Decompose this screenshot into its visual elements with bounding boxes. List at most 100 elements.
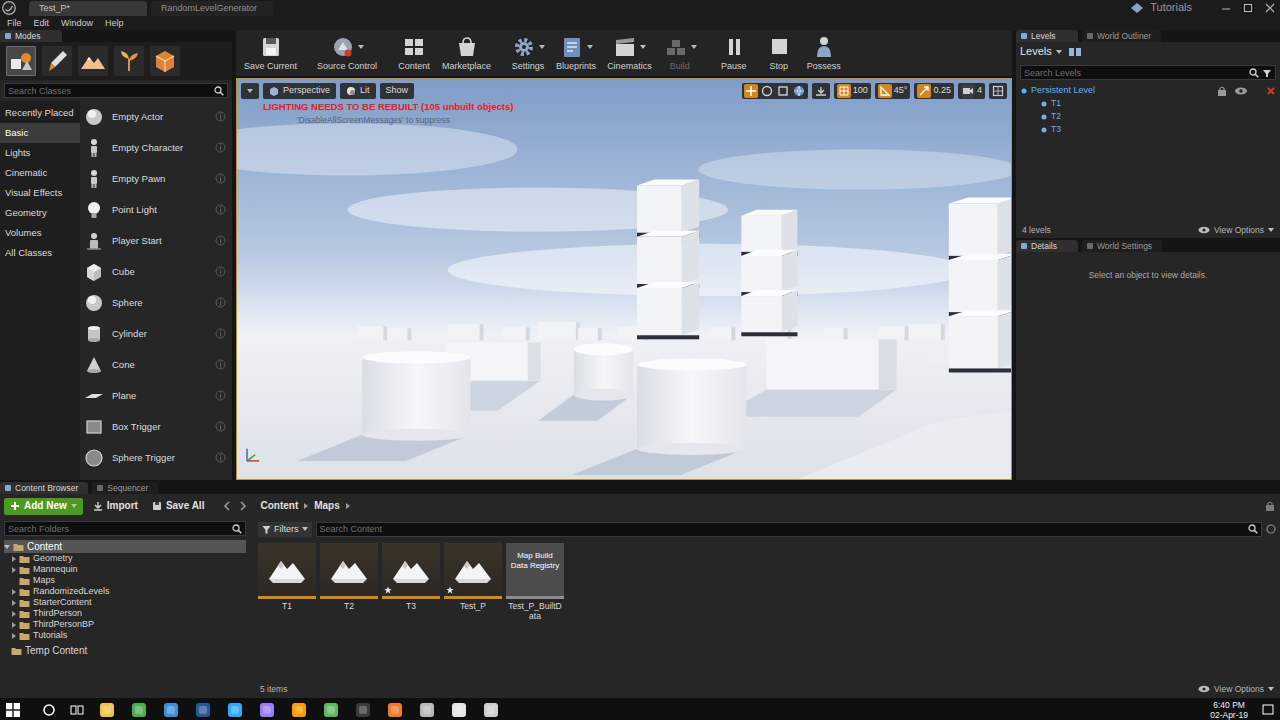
asset-tile[interactable]: T2 xyxy=(320,543,378,612)
tutorials-link[interactable]: Tutorials xyxy=(1150,1,1192,14)
toolbar-button[interactable]: Content xyxy=(393,33,435,73)
placeable-item[interactable]: Cylinder xyxy=(84,318,226,349)
taskbar-app[interactable] xyxy=(130,698,148,720)
breadcrumb-item[interactable]: Maps xyxy=(314,500,340,512)
placeable-item[interactable]: Player Start xyxy=(84,225,226,256)
taskbar-app[interactable] xyxy=(194,698,212,720)
snap-value[interactable]: 0.25 xyxy=(933,85,951,96)
search-icon[interactable] xyxy=(42,703,56,717)
history-icon[interactable] xyxy=(1266,524,1276,534)
snap-toggle[interactable] xyxy=(878,84,892,98)
panel-tab[interactable]: Details xyxy=(1016,240,1078,252)
toolbar-button[interactable]: Blueprints xyxy=(552,33,600,73)
lighting-mode-button[interactable]: Lit xyxy=(340,83,376,99)
snap-value[interactable]: 45° xyxy=(894,85,908,96)
taskbar-app[interactable] xyxy=(450,698,468,720)
folder-row[interactable]: Maps xyxy=(4,575,246,586)
tutorials-icon[interactable] xyxy=(1130,2,1144,14)
taskbar-app[interactable] xyxy=(258,698,276,720)
snap-setting[interactable]: 4 xyxy=(958,83,985,99)
move-tool-icon[interactable] xyxy=(744,84,758,98)
asset-search-input[interactable] xyxy=(320,523,1246,536)
level-row[interactable]: T1 xyxy=(1020,97,1276,110)
category-item[interactable]: Lights xyxy=(0,143,80,163)
placeable-item[interactable]: Sphere xyxy=(84,287,226,318)
rotate-tool-icon[interactable] xyxy=(760,84,774,98)
back-arrow-icon[interactable] xyxy=(222,501,232,511)
levels-menu-button[interactable]: Levels xyxy=(1020,45,1062,58)
placeable-item[interactable]: Cone xyxy=(84,349,226,380)
document-tab[interactable]: Test_P* xyxy=(29,1,147,16)
taskbar-app[interactable] xyxy=(322,698,340,720)
snap-setting[interactable]: 100 xyxy=(834,83,871,99)
placeable-item[interactable]: Point Light xyxy=(84,194,226,225)
folder-row[interactable]: Temp Content xyxy=(4,644,246,657)
asset-tile[interactable]: T1 xyxy=(258,543,316,612)
category-item[interactable]: Visual Effects xyxy=(0,183,80,203)
menu-item[interactable]: File xyxy=(4,18,25,29)
maximize-viewport-icon[interactable] xyxy=(991,84,1005,98)
view-options-button[interactable]: View Options xyxy=(1198,684,1274,694)
forward-arrow-icon[interactable] xyxy=(238,501,248,511)
panel-tab[interactable]: Modes xyxy=(0,30,62,42)
category-item[interactable]: All Classes xyxy=(0,243,80,263)
toolbar-button[interactable]: Stop xyxy=(758,33,800,73)
surface-snap-icon[interactable] xyxy=(814,84,828,98)
level-row[interactable]: T2 xyxy=(1020,110,1276,123)
panel-tab[interactable]: Content Browser xyxy=(0,482,88,494)
toolbar-button[interactable]: Marketplace xyxy=(438,33,495,73)
mode-tool[interactable] xyxy=(114,46,144,76)
add-new-button[interactable]: Add New xyxy=(4,498,83,515)
snap-setting[interactable]: 0.25 xyxy=(914,83,954,99)
lock-icon[interactable] xyxy=(1264,501,1276,511)
notifications-icon[interactable] xyxy=(1262,703,1274,717)
toolbar-button[interactable]: Cinematics xyxy=(603,33,656,73)
taskbar-app[interactable] xyxy=(98,698,116,720)
panel-tab[interactable]: World Outliner xyxy=(1082,30,1161,42)
mode-tool[interactable] xyxy=(150,46,180,76)
filters-button[interactable]: Filters xyxy=(258,522,312,537)
placeable-item[interactable]: Box Trigger xyxy=(84,411,226,442)
asset-tile[interactable]: Map Build Data RegistryTest_P_BuiltData xyxy=(506,543,564,622)
task-view-icon[interactable] xyxy=(70,703,84,717)
taskbar-app[interactable] xyxy=(386,698,404,720)
taskbar-app[interactable] xyxy=(418,698,436,720)
menu-item[interactable]: Window xyxy=(58,18,96,29)
view-options-button[interactable]: View Options xyxy=(1198,225,1274,235)
taskbar-app[interactable] xyxy=(226,698,244,720)
placeable-item[interactable]: Plane xyxy=(84,380,226,411)
view-mode-button[interactable]: Perspective xyxy=(263,83,336,99)
category-item[interactable]: Basic xyxy=(0,123,80,143)
clock[interactable]: 6:40 PM02-Apr-19 xyxy=(1210,700,1248,720)
toolbar-button[interactable]: Pause xyxy=(713,33,755,73)
snap-toggle[interactable] xyxy=(837,84,851,98)
snap-value[interactable]: 100 xyxy=(853,85,868,96)
mode-tool[interactable] xyxy=(78,46,108,76)
folder-row[interactable]: ThirdPersonBP xyxy=(4,619,246,630)
lock-icon[interactable] xyxy=(1216,86,1228,96)
asset-tile[interactable]: Test_P xyxy=(444,543,502,612)
toolbar-button[interactable]: Import xyxy=(89,498,142,515)
category-item[interactable]: Geometry xyxy=(0,203,80,223)
folder-search-input[interactable] xyxy=(8,522,229,535)
taskbar-app[interactable] xyxy=(290,698,308,720)
snap-value[interactable]: 4 xyxy=(977,85,982,96)
remove-level-icon[interactable] xyxy=(1266,86,1276,96)
panel-tab[interactable]: Levels xyxy=(1016,30,1078,42)
scale-tool-icon[interactable] xyxy=(776,84,790,98)
snap-setting[interactable]: 45° xyxy=(875,83,911,99)
category-item[interactable]: Cinematic xyxy=(0,163,80,183)
windows-start-icon[interactable] xyxy=(6,703,20,717)
folder-row[interactable]: Content xyxy=(4,540,246,553)
level-viewport[interactable]: PerspectiveLitShow10045°0.254LIGHTING NE… xyxy=(236,78,1012,480)
maximize-icon[interactable] xyxy=(1240,1,1256,15)
toolbar-button[interactable]: Source Control xyxy=(313,33,381,73)
level-row[interactable]: Persistent Level xyxy=(1020,84,1276,97)
taskbar-app[interactable] xyxy=(162,698,180,720)
panel-tab[interactable]: Sequencer xyxy=(92,482,158,494)
toolbar-button[interactable]: Save Current xyxy=(240,33,301,73)
folder-row[interactable]: RandomizedLevels xyxy=(4,586,246,597)
toolbar-button[interactable]: Save All xyxy=(148,498,209,515)
asset-tile[interactable]: T3 xyxy=(382,543,440,612)
folder-row[interactable]: ThirdPerson xyxy=(4,608,246,619)
